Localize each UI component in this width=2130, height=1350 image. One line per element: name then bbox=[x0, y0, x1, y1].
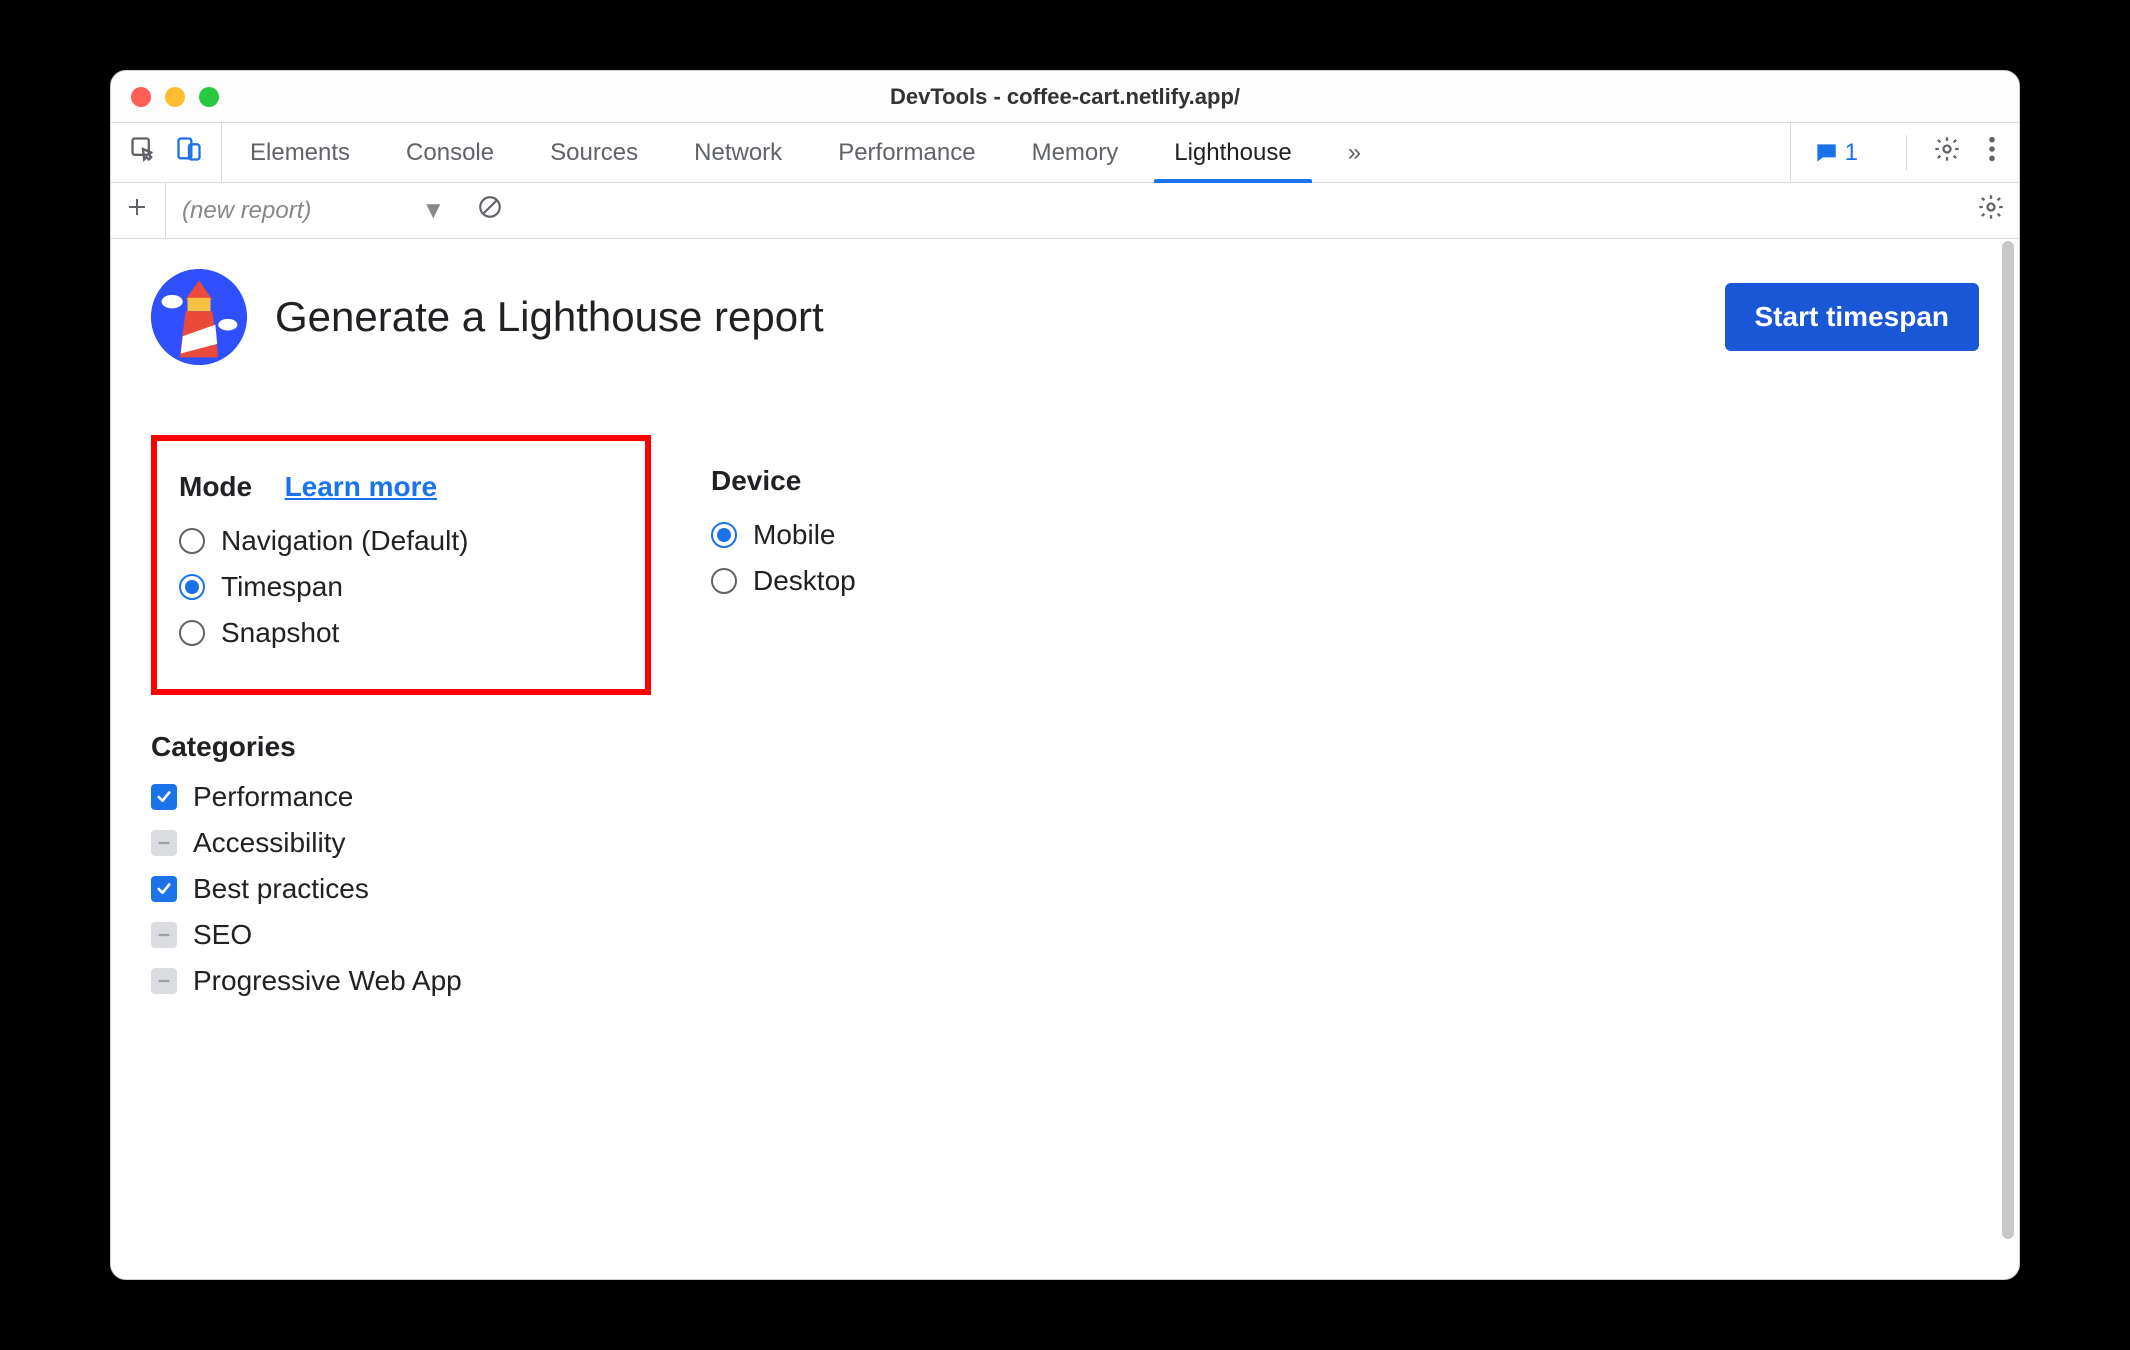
settings-gear-icon[interactable] bbox=[1933, 135, 1961, 170]
lighthouse-logo-icon bbox=[151, 269, 247, 365]
categories-options: Performance Accessibility Best practices… bbox=[151, 781, 1979, 997]
window-maximize-button[interactable] bbox=[199, 87, 219, 107]
lighthouse-panel: Generate a Lighthouse report Start times… bbox=[111, 239, 2019, 1279]
radio-icon bbox=[711, 522, 737, 548]
checkbox-icon bbox=[151, 968, 177, 994]
categories-label: Categories bbox=[151, 731, 1979, 763]
report-dropdown-label: (new report) bbox=[182, 197, 311, 225]
traffic-lights bbox=[131, 87, 219, 107]
device-option-desktop[interactable]: Desktop bbox=[711, 565, 1979, 597]
mode-option-snapshot[interactable]: Snapshot bbox=[179, 617, 595, 649]
category-label: Progressive Web App bbox=[193, 965, 462, 997]
divider bbox=[1906, 135, 1907, 170]
window-close-button[interactable] bbox=[131, 87, 151, 107]
tabbar-inspect-tools bbox=[111, 123, 222, 182]
tab-performance[interactable]: Performance bbox=[810, 123, 1003, 182]
tab-sources[interactable]: Sources bbox=[522, 123, 666, 182]
category-label: Performance bbox=[193, 781, 353, 813]
category-label: Best practices bbox=[193, 873, 369, 905]
mode-option-label: Timespan bbox=[221, 571, 343, 603]
tabs-overflow-button[interactable]: » bbox=[1320, 123, 1389, 182]
window-title: DevTools - coffee-cart.netlify.app/ bbox=[111, 84, 2019, 110]
mode-option-timespan[interactable]: Timespan bbox=[179, 571, 595, 603]
mode-option-label: Navigation (Default) bbox=[221, 525, 468, 557]
new-report-plus-icon[interactable] bbox=[125, 195, 149, 226]
device-option-mobile[interactable]: Mobile bbox=[711, 519, 1979, 551]
radio-icon bbox=[711, 568, 737, 594]
checkbox-icon bbox=[151, 830, 177, 856]
header-row: Generate a Lighthouse report Start times… bbox=[151, 269, 1979, 365]
category-best-practices[interactable]: Best practices bbox=[151, 873, 1979, 905]
checkbox-icon bbox=[151, 922, 177, 948]
mode-options: Navigation (Default) Timespan Snapshot bbox=[179, 525, 595, 649]
device-label: Device bbox=[711, 465, 801, 497]
checkbox-icon bbox=[151, 784, 177, 810]
console-messages-count: 1 bbox=[1845, 139, 1858, 167]
mode-option-navigation[interactable]: Navigation (Default) bbox=[179, 525, 595, 557]
radio-icon bbox=[179, 574, 205, 600]
lighthouse-settings-gear-icon[interactable] bbox=[1977, 200, 2005, 227]
chevron-down-icon: ▼ bbox=[421, 197, 445, 225]
tab-console[interactable]: Console bbox=[378, 123, 522, 182]
device-option-label: Desktop bbox=[753, 565, 856, 597]
tab-network[interactable]: Network bbox=[666, 123, 810, 182]
category-accessibility[interactable]: Accessibility bbox=[151, 827, 1979, 859]
devtools-tabbar: Elements Console Sources Network Perform… bbox=[111, 123, 2019, 183]
lighthouse-subbar: (new report) ▼ bbox=[111, 183, 2019, 239]
radio-icon bbox=[179, 620, 205, 646]
learn-more-link[interactable]: Learn more bbox=[285, 471, 438, 502]
clear-icon[interactable] bbox=[477, 194, 503, 227]
category-label: SEO bbox=[193, 919, 252, 951]
device-option-label: Mobile bbox=[753, 519, 835, 551]
tab-lighthouse[interactable]: Lighthouse bbox=[1146, 123, 1319, 182]
device-section: Device Mobile Desktop bbox=[711, 435, 1979, 695]
report-dropdown[interactable]: (new report) ▼ bbox=[165, 183, 461, 238]
page-title: Generate a Lighthouse report bbox=[275, 293, 824, 341]
radio-icon bbox=[179, 528, 205, 554]
tabbar-right: 1 bbox=[1768, 123, 2019, 182]
titlebar: DevTools - coffee-cart.netlify.app/ bbox=[111, 71, 2019, 123]
start-timespan-button[interactable]: Start timespan bbox=[1725, 283, 1980, 351]
tabs: Elements Console Sources Network Perform… bbox=[222, 123, 1389, 182]
tab-memory[interactable]: Memory bbox=[1004, 123, 1147, 182]
scrollbar[interactable] bbox=[1999, 239, 2017, 1279]
more-menu-icon[interactable] bbox=[1987, 135, 1997, 170]
tab-elements[interactable]: Elements bbox=[222, 123, 378, 182]
device-options: Mobile Desktop bbox=[711, 519, 1979, 597]
mode-label: Mode bbox=[179, 471, 252, 503]
console-messages-badge[interactable]: 1 bbox=[1790, 123, 1880, 182]
categories-section: Categories Performance Accessibility Bes… bbox=[151, 731, 1979, 997]
mode-option-label: Snapshot bbox=[221, 617, 339, 649]
inspect-element-icon[interactable] bbox=[129, 135, 157, 170]
device-toolbar-icon[interactable] bbox=[175, 135, 203, 170]
mode-section: Mode Learn more Navigation (Default) Tim… bbox=[151, 435, 651, 695]
category-seo[interactable]: SEO bbox=[151, 919, 1979, 951]
checkbox-icon bbox=[151, 876, 177, 902]
window-minimize-button[interactable] bbox=[165, 87, 185, 107]
devtools-window: DevTools - coffee-cart.netlify.app/ Elem… bbox=[110, 70, 2020, 1280]
options-row: Mode Learn more Navigation (Default) Tim… bbox=[151, 435, 1979, 695]
category-performance[interactable]: Performance bbox=[151, 781, 1979, 813]
category-label: Accessibility bbox=[193, 827, 345, 859]
category-pwa[interactable]: Progressive Web App bbox=[151, 965, 1979, 997]
